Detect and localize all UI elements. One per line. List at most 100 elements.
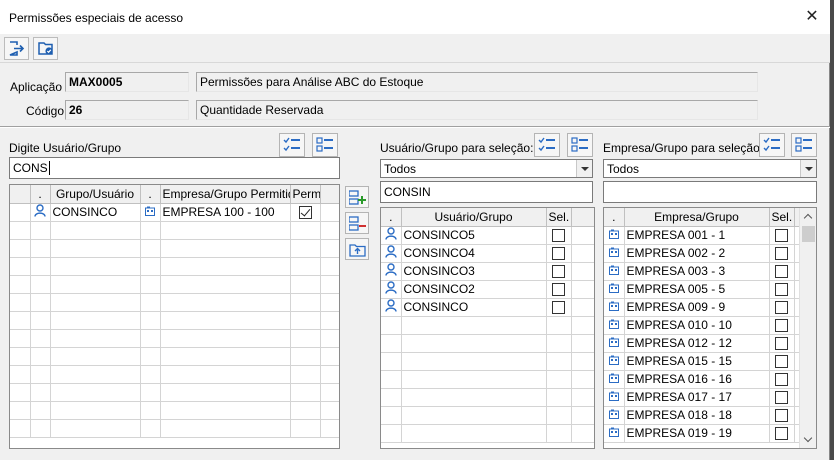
col-sel[interactable]: Sel. [769,208,795,227]
table-row[interactable] [10,275,339,294]
table-row[interactable] [381,424,594,443]
table-row[interactable]: EMPRESA 009 - 9 [604,298,802,317]
table-row[interactable]: CONSINCO5 [381,226,594,245]
sel-checkbox[interactable] [769,298,795,317]
table-row[interactable] [10,239,339,258]
user-icon [381,298,402,317]
vertical-scrollbar[interactable] [799,208,816,448]
copy-permission-button[interactable] [345,238,369,260]
table-row[interactable]: EMPRESA 002 - 2 [604,244,802,263]
empresa-cell: EMPRESA 015 - 15 [624,352,770,371]
right-check-all-button[interactable] [759,133,785,157]
table-row[interactable]: CONSINCO [381,298,594,317]
title-bar: Permissões especiais de acesso ✕ [0,0,830,34]
table-row[interactable] [10,293,339,312]
table-row[interactable] [381,352,594,371]
col-type[interactable]: . [30,185,51,204]
left-search-input[interactable]: CONS [9,157,340,179]
table-row[interactable] [10,347,339,366]
table-row[interactable] [10,311,339,330]
user-cell: CONSINCO4 [401,244,547,263]
col-perm[interactable]: Perm. [290,185,321,204]
col-user[interactable]: Grupo/Usuário [50,185,141,204]
table-row[interactable] [10,329,339,348]
confirm-button[interactable] [33,37,58,60]
middle-uncheck-all-button[interactable] [567,133,593,157]
empresa-cell: EMPRESA 017 - 17 [624,388,770,407]
empresa-cell: EMPRESA 019 - 19 [624,424,770,443]
scroll-up-icon[interactable] [803,213,813,223]
table-row[interactable] [10,401,339,420]
building-icon [604,424,625,443]
add-permission-button[interactable] [345,186,369,208]
empresa-cell: EMPRESA 016 - 16 [624,370,770,389]
left-check-all-button[interactable] [279,133,305,157]
sel-checkbox[interactable] [546,262,572,281]
table-row[interactable] [10,221,339,240]
table-row[interactable]: EMPRESA 005 - 5 [604,280,802,299]
col-empresa[interactable]: Empresa/Grupo [624,208,770,227]
col-type[interactable]: . [604,208,625,227]
user-cell: CONSINCO2 [401,280,547,299]
col-type2[interactable]: . [140,185,161,204]
table-row[interactable] [381,370,594,389]
table-row[interactable] [381,334,594,353]
middle-filter-select[interactable]: Todos [380,159,593,178]
table-row[interactable]: CONSINCO3 [381,262,594,281]
left-uncheck-all-button[interactable] [312,133,338,157]
table-row[interactable]: EMPRESA 003 - 3 [604,262,802,281]
table-row[interactable]: EMPRESA 016 - 16 [604,370,802,389]
scroll-down-icon[interactable] [803,433,813,443]
table-row[interactable] [10,257,339,276]
sel-checkbox[interactable] [546,226,572,245]
sel-checkbox[interactable] [769,316,795,335]
table-row[interactable]: EMPRESA 018 - 18 [604,406,802,425]
sel-checkbox[interactable] [769,370,795,389]
table-row[interactable]: EMPRESA 012 - 12 [604,334,802,353]
table-row[interactable] [381,316,594,335]
table-row[interactable]: EMPRESA 019 - 19 [604,424,802,443]
sel-checkbox[interactable] [546,244,572,263]
sel-checkbox[interactable] [769,388,795,407]
sel-checkbox[interactable] [769,334,795,353]
table-row[interactable]: EMPRESA 015 - 15 [604,352,802,371]
sel-checkbox[interactable] [769,262,795,281]
col-user[interactable]: Usuário/Grupo [401,208,547,227]
sel-checkbox[interactable] [546,298,572,317]
col-type[interactable]: . [381,208,402,227]
table-row[interactable] [10,383,339,402]
sel-checkbox[interactable] [769,280,795,299]
table-row[interactable]: CONSINCO EMPRESA 100 - 100 [10,203,339,222]
close-icon[interactable]: ✕ [802,7,822,27]
table-row[interactable]: EMPRESA 001 - 1 [604,226,802,245]
middle-check-all-button[interactable] [534,133,560,157]
table-row[interactable]: CONSINCO4 [381,244,594,263]
col-empresa[interactable]: Empresa/Grupo Permitido [160,185,291,204]
chevron-down-icon[interactable] [576,160,592,177]
building-icon [604,280,625,299]
table-row[interactable] [381,388,594,407]
sel-checkbox[interactable] [769,244,795,263]
sel-checkbox[interactable] [769,352,795,371]
sel-checkbox[interactable] [769,226,795,245]
table-row[interactable] [10,419,339,438]
table-row[interactable]: EMPRESA 010 - 10 [604,316,802,335]
table-row[interactable]: CONSINCO2 [381,280,594,299]
sel-checkbox[interactable] [769,424,795,443]
col-sel[interactable]: Sel. [546,208,572,227]
sel-checkbox[interactable] [546,280,572,299]
right-uncheck-all-button[interactable] [791,133,817,157]
sel-checkbox[interactable] [769,406,795,425]
right-search-input[interactable] [603,181,817,203]
remove-permission-button[interactable] [345,212,369,234]
perm-checkbox[interactable] [290,203,321,222]
exit-button[interactable] [4,37,29,60]
table-row[interactable] [381,406,594,425]
table-row[interactable]: EMPRESA 017 - 17 [604,388,802,407]
chevron-down-icon[interactable] [800,160,816,177]
scroll-thumb[interactable] [802,226,815,242]
table-row[interactable] [10,365,339,384]
left-search-label: Digite Usuário/Grupo [9,141,122,155]
middle-search-input[interactable]: CONSIN [380,181,593,203]
right-filter-select[interactable]: Todos [603,159,817,178]
